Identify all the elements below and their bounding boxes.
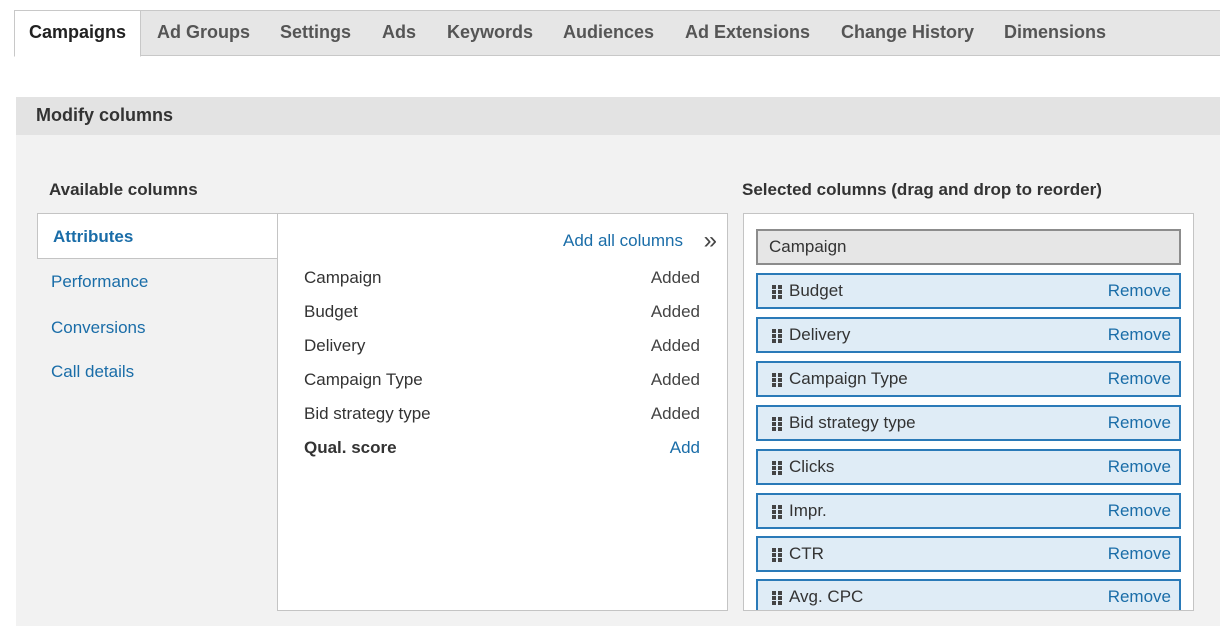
remove-link[interactable]: Remove <box>1108 275 1171 307</box>
tab-ads[interactable]: Ads <box>382 11 416 55</box>
double-chevron-right-icon[interactable]: » <box>704 228 717 254</box>
column-name: Bid strategy type <box>304 404 431 423</box>
selected-column-item[interactable]: Avg. CPC Remove <box>756 579 1181 610</box>
column-name: Delivery <box>304 336 366 355</box>
tab-audiences[interactable]: Audiences <box>563 11 654 55</box>
column-name: Budget <box>304 302 358 321</box>
remove-link[interactable]: Remove <box>1108 407 1171 439</box>
selected-column-item[interactable]: Budget Remove <box>756 273 1181 309</box>
column-name: Campaign <box>304 268 382 287</box>
add-column-link[interactable]: Add <box>670 434 700 462</box>
category-list: Attributes Performance Conversions Call … <box>37 213 278 393</box>
list-item: Campaign Added <box>304 264 700 292</box>
drag-handle-icon[interactable] <box>772 591 783 605</box>
tab-bar: Campaigns Ad Groups Settings Ads Keyword… <box>14 10 1220 57</box>
tab-campaigns[interactable]: Campaigns <box>14 10 142 57</box>
available-columns-list: Add all columns » Campaign Added Budget … <box>277 213 728 611</box>
selected-columns-label: Selected columns (drag and drop to reord… <box>742 180 1102 199</box>
selected-column-item[interactable]: Bid strategy type Remove <box>756 405 1181 441</box>
add-all-columns-link[interactable]: Add all columns <box>563 231 683 251</box>
selected-column-item[interactable]: Impr. Remove <box>756 493 1181 529</box>
selected-column-item[interactable]: CTR Remove <box>756 536 1181 572</box>
tab-dimensions[interactable]: Dimensions <box>1004 11 1106 55</box>
tab-keywords[interactable]: Keywords <box>447 11 533 55</box>
tab-ad-extensions[interactable]: Ad Extensions <box>685 11 810 55</box>
selected-column-label: Clicks <box>789 457 835 476</box>
column-status: Added <box>650 302 700 321</box>
category-attributes[interactable]: Attributes <box>37 213 278 259</box>
fixed-column-campaign: Campaign <box>756 229 1181 265</box>
drag-handle-icon[interactable] <box>772 373 783 387</box>
panel-title: Modify columns <box>16 97 1220 135</box>
drag-handle-icon[interactable] <box>772 329 783 343</box>
selected-column-label: Delivery <box>789 325 851 344</box>
selected-column-label: Campaign Type <box>789 369 908 388</box>
drag-handle-icon[interactable] <box>772 417 783 431</box>
tab-ad-groups[interactable]: Ad Groups <box>157 11 250 55</box>
list-item: Budget Added <box>304 298 700 326</box>
tab-change-history[interactable]: Change History <box>841 11 974 55</box>
column-status: Added <box>650 336 700 355</box>
column-name: Campaign Type <box>304 370 423 389</box>
remove-link[interactable]: Remove <box>1108 363 1171 395</box>
remove-link[interactable]: Remove <box>1108 538 1171 570</box>
selected-column-label: CTR <box>789 544 824 563</box>
list-item: Campaign Type Added <box>304 366 700 394</box>
drag-handle-icon[interactable] <box>772 505 783 519</box>
selected-column-item[interactable]: Clicks Remove <box>756 449 1181 485</box>
list-item: Bid strategy type Added <box>304 400 700 428</box>
selected-column-label: Avg. CPC <box>789 587 864 606</box>
tab-settings[interactable]: Settings <box>280 11 351 55</box>
selected-column-label: Budget <box>789 281 843 300</box>
selected-columns-list: Campaign Budget Remove Delivery Remove C… <box>743 213 1194 611</box>
category-call-details[interactable]: Call details <box>37 349 278 395</box>
list-item: Delivery Added <box>304 332 700 360</box>
drag-handle-icon[interactable] <box>772 548 783 562</box>
selected-column-label: Impr. <box>789 501 827 520</box>
drag-handle-icon[interactable] <box>772 285 783 299</box>
category-conversions[interactable]: Conversions <box>37 305 278 351</box>
drag-handle-icon[interactable] <box>772 461 783 475</box>
remove-link[interactable]: Remove <box>1108 581 1171 610</box>
selected-column-item[interactable]: Campaign Type Remove <box>756 361 1181 397</box>
column-status: Added <box>650 268 700 287</box>
list-item: Qual. score Add <box>304 434 700 462</box>
selected-column-label: Bid strategy type <box>789 413 916 432</box>
available-columns-label: Available columns <box>49 180 198 199</box>
column-status: Added <box>650 370 700 389</box>
remove-link[interactable]: Remove <box>1108 495 1171 527</box>
selected-column-item[interactable]: Delivery Remove <box>756 317 1181 353</box>
remove-link[interactable]: Remove <box>1108 451 1171 483</box>
column-status: Added <box>650 404 700 423</box>
category-performance[interactable]: Performance <box>37 259 278 305</box>
column-name: Qual. score <box>304 438 397 457</box>
remove-link[interactable]: Remove <box>1108 319 1171 351</box>
